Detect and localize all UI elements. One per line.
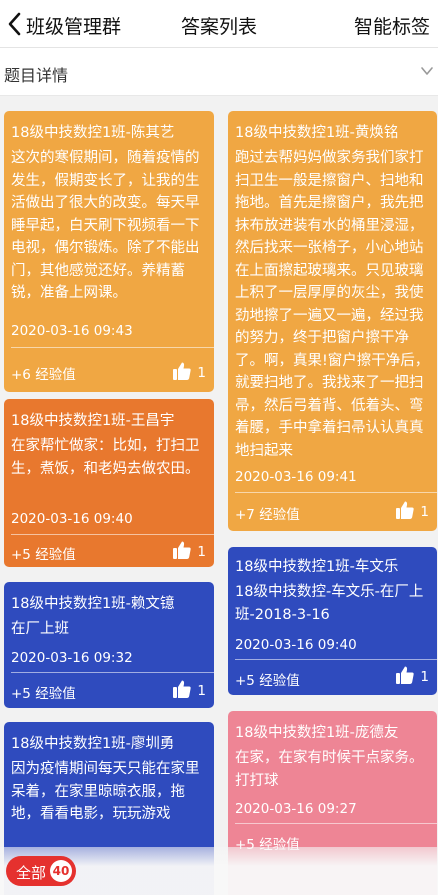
answer-card[interactable]: 18级中技数控1班-赖文镱 在厂上班 2020-03-16 09:32 +5 经… [4,582,214,708]
student-name: 18级中技数控1班-王昌宇 [11,413,175,429]
student-name: 18级中技数控1班-黄焕铭 [235,125,399,141]
card-divider [11,672,214,673]
experience-points: +5 经验值 [11,547,76,563]
answer-date: 2020-03-16 09:40 [235,637,357,653]
bottom-filter-bar: 全部 40 [0,847,438,895]
like-count: 1 [420,504,429,520]
student-name: 18级中技数控1班-赖文镱 [11,596,175,612]
chevron-down-icon[interactable] [420,64,434,78]
nav-bar: 班级管理群 答案列表 智能标签 [0,0,438,48]
all-filter-button[interactable]: 全部 40 [6,856,76,886]
answer-card[interactable]: 18级中技数控1班-陈其艺 这次的寒假期间，随着疫情的发生，假期变长了，让我的生… [4,111,214,392]
answer-text: 在家，在家有时候干点家务。打打球 [235,750,424,789]
answer-card[interactable]: 18级中技数控1班-车文乐 18级中技数控-车文乐-在厂上班-2018-3-16… [228,547,437,695]
student-name: 18级中技数控1班-庞德友 [235,725,399,741]
student-name: 18级中技数控1班-陈其艺 [11,125,175,141]
card-divider [235,659,437,660]
answer-card[interactable]: 18级中技数控1班-王昌宇 在家帮忙做家：比如，打扫卫生，煮饭，和老妈去做农田。… [4,399,214,567]
thumbs-up-icon[interactable] [172,679,192,699]
answer-text: 跑过去帮妈妈做家务我们家打扫卫生一般是擦窗户、扫地和拖地。首先是擦窗户，我先把抹… [235,150,430,459]
all-filter-label: 全部 [16,864,47,882]
question-detail-label: 题目详情 [4,66,69,85]
question-detail-row[interactable]: 题目详情 [0,48,438,96]
answer-date: 2020-03-16 09:32 [11,650,133,666]
like-count: 1 [420,669,429,685]
card-divider [11,347,214,348]
answer-date: 2020-03-16 09:41 [235,469,357,485]
answer-text: 在家帮忙做家：比如，打扫卫生，煮饭，和老妈去做农田。 [11,438,200,477]
thumbs-up-icon[interactable] [395,665,415,685]
page-title: 答案列表 [180,16,257,38]
card-divider [235,492,437,493]
answer-text: 这次的寒假期间，随着疫情的发生，假期变长了，让我的生活做出了很大的改变。每天早睡… [11,150,200,301]
thumbs-up-icon[interactable] [395,500,415,520]
thumbs-up-icon[interactable] [172,361,192,381]
back-button[interactable]: 班级管理群 [26,12,121,39]
student-name: 18级中技数控1班-车文乐 [235,559,399,575]
experience-points: +6 经验值 [11,367,76,383]
answer-date: 2020-03-16 09:27 [235,801,357,817]
answer-text: 18级中技数控-车文乐-在厂上班-2018-3-16 [235,584,424,623]
card-divider [235,823,437,824]
answer-text: 因为疫情期间每天只能在家里呆着，在家里晾晾衣服，拖地，看看电影，玩玩游戏 [11,761,200,822]
answer-card[interactable]: 18级中技数控1班-黄焕铭 跑过去帮妈妈做家务我们家打扫卫生一般是擦窗户、扫地和… [228,111,437,531]
card-divider [11,534,214,535]
answer-date: 2020-03-16 09:40 [11,511,133,527]
answer-feed[interactable]: 18级中技数控1班-陈其艺 这次的寒假期间，随着疫情的发生，假期变长了，让我的生… [0,96,438,895]
experience-points: +5 经验值 [11,686,76,702]
answer-text: 在厂上班 [11,621,69,637]
student-name: 18级中技数控1班-廖圳勇 [11,736,175,752]
like-count: 1 [197,683,206,699]
experience-points: +5 经验值 [235,673,300,689]
back-arrow-icon[interactable] [6,12,24,36]
thumbs-up-icon[interactable] [172,540,192,560]
answer-date: 2020-03-16 09:43 [11,323,133,339]
answer-count-badge: 40 [50,860,72,882]
experience-points: +7 经验值 [235,507,300,523]
smart-tags-button[interactable]: 智能标签 [354,12,430,39]
like-count: 1 [197,365,206,381]
like-count: 1 [197,544,206,560]
